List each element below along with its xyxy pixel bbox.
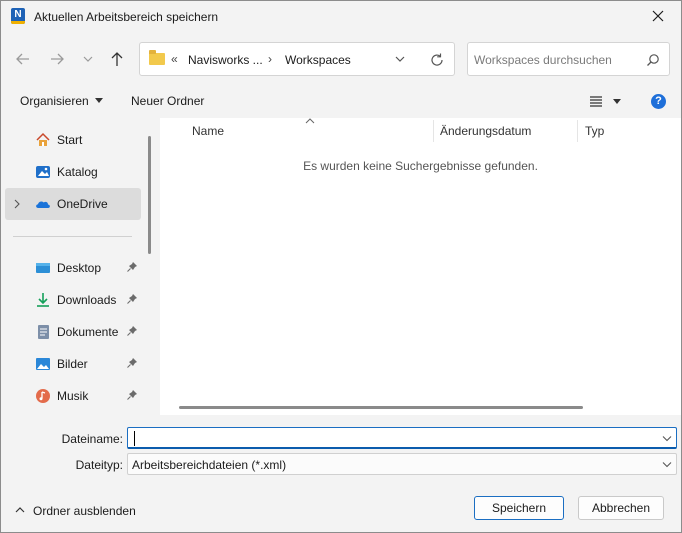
address-bar[interactable]: « Navisworks ... › Workspaces xyxy=(139,42,455,76)
nav-item-label: Bilder xyxy=(57,357,88,371)
pin-icon[interactable] xyxy=(126,293,138,305)
new-folder-button[interactable]: Neuer Ordner xyxy=(131,94,204,108)
save-dialog: N Aktuellen Arbeitsbereich speichern « N… xyxy=(0,0,682,533)
column-header-date[interactable]: Änderungsdatum xyxy=(440,124,531,138)
nav-item-katalog[interactable]: Katalog xyxy=(5,156,141,188)
filetype-select[interactable]: Arbeitsbereichdateien (*.xml) xyxy=(127,453,677,475)
nav-item-onedrive[interactable]: OneDrive xyxy=(5,188,141,220)
navigation-pane: Start Katalog OneDrive Desktop Downloads… xyxy=(1,118,159,415)
column-divider[interactable] xyxy=(577,120,578,142)
window-title: Aktuellen Arbeitsbereich speichern xyxy=(34,10,219,24)
search-icon[interactable] xyxy=(646,53,660,67)
gallery-icon xyxy=(36,166,50,178)
view-list-icon[interactable] xyxy=(589,94,603,108)
chevron-down-icon xyxy=(662,462,672,468)
arrow-left-icon xyxy=(16,53,29,65)
title-bar: N Aktuellen Arbeitsbereich speichern xyxy=(1,1,681,32)
search-input[interactable] xyxy=(474,51,634,69)
column-header-type[interactable]: Typ xyxy=(585,124,604,138)
navisworks-app-icon: N xyxy=(11,8,25,24)
recent-locations-button[interactable] xyxy=(81,48,103,70)
chevron-down-icon[interactable] xyxy=(662,435,672,442)
pin-icon[interactable] xyxy=(126,261,138,273)
back-button[interactable] xyxy=(14,48,36,70)
music-icon xyxy=(36,389,50,403)
filename-label: Dateiname: xyxy=(61,432,123,446)
nav-item-bilder[interactable]: Bilder xyxy=(5,348,141,380)
documents-icon xyxy=(38,325,49,339)
nav-item-label: Start xyxy=(57,133,83,147)
search-box[interactable] xyxy=(467,42,670,76)
nav-item-dokumente[interactable]: Dokumente xyxy=(5,316,141,348)
nav-item-label: Katalog xyxy=(57,165,98,179)
chevron-down-icon xyxy=(83,56,93,62)
nav-pane-scrollbar[interactable] xyxy=(148,136,151,254)
desktop-icon xyxy=(36,263,50,273)
nav-item-desktop[interactable]: Desktop xyxy=(5,252,141,284)
chevron-right-icon[interactable] xyxy=(13,199,21,209)
breadcrumb-overflow[interactable]: « xyxy=(171,52,178,66)
arrow-up-icon xyxy=(111,52,123,66)
nav-item-start[interactable]: Start xyxy=(5,124,141,156)
arrow-right-icon xyxy=(51,53,64,65)
pin-icon[interactable] xyxy=(126,325,138,337)
nav-item-label: Downloads xyxy=(57,293,117,307)
onedrive-cloud-icon xyxy=(36,201,50,208)
save-button[interactable]: Speichern xyxy=(474,496,564,520)
download-icon xyxy=(37,293,49,307)
breadcrumb-separator[interactable]: › xyxy=(268,52,272,66)
close-button[interactable] xyxy=(635,1,681,32)
filetype-label: Dateityp: xyxy=(75,458,123,472)
hide-folders-label: Ordner ausblenden xyxy=(33,504,136,518)
column-divider[interactable] xyxy=(433,120,434,142)
up-button[interactable] xyxy=(107,48,129,70)
close-icon xyxy=(652,10,664,22)
caret-down-icon xyxy=(94,98,103,103)
nav-item-downloads[interactable]: Downloads xyxy=(5,284,141,316)
filetype-value: Arbeitsbereichdateien (*.xml) xyxy=(132,458,287,472)
pictures-icon xyxy=(36,358,50,370)
chevron-up-icon xyxy=(15,507,25,513)
folder-icon xyxy=(149,50,165,65)
help-button[interactable]: ? xyxy=(651,94,666,109)
nav-item-musik[interactable]: Musik xyxy=(5,380,141,412)
home-icon xyxy=(36,132,50,146)
address-dropdown-icon[interactable] xyxy=(394,54,406,64)
filename-field[interactable] xyxy=(127,427,677,449)
pin-icon[interactable] xyxy=(126,389,138,401)
nav-item-label: Desktop xyxy=(57,261,102,275)
view-options-caret-icon[interactable] xyxy=(613,99,621,104)
nav-item-label: Musik xyxy=(57,389,89,403)
nav-item-label: Dokumente xyxy=(57,325,119,339)
empty-message: Es wurden keine Suchergebnisse gefunden. xyxy=(303,159,538,173)
horizontal-scrollbar[interactable] xyxy=(179,406,583,409)
organize-label: Organisieren xyxy=(20,94,89,108)
nav-divider xyxy=(13,236,132,237)
pin-icon[interactable] xyxy=(126,357,138,369)
text-cursor xyxy=(134,431,135,446)
file-list: Name Änderungsdatum Typ Es wurden keine … xyxy=(160,118,681,415)
column-header-name[interactable]: Name xyxy=(192,124,224,138)
sort-ascending-icon xyxy=(305,118,315,124)
breadcrumb-workspaces[interactable]: Workspaces xyxy=(285,53,351,67)
forward-button[interactable] xyxy=(48,48,70,70)
cancel-button[interactable]: Abbrechen xyxy=(578,496,664,520)
nav-item-label: OneDrive xyxy=(57,197,108,211)
breadcrumb-navisworks[interactable]: Navisworks ... xyxy=(188,53,263,67)
refresh-icon[interactable] xyxy=(429,52,445,68)
organize-button[interactable]: Organisieren xyxy=(20,94,103,108)
